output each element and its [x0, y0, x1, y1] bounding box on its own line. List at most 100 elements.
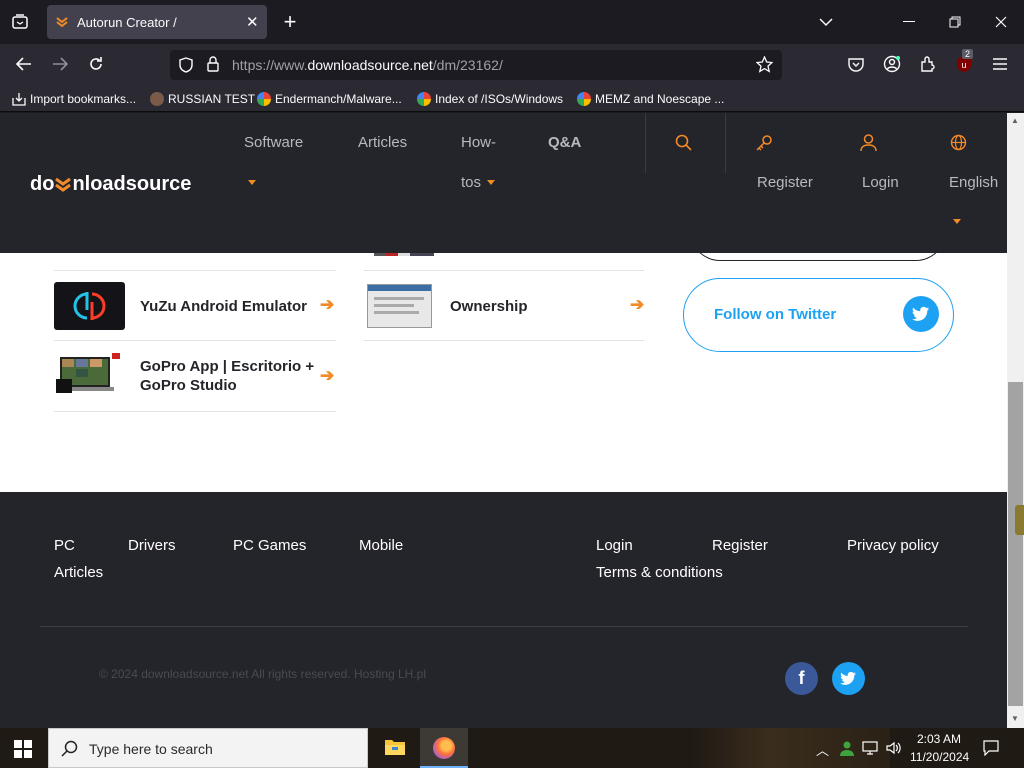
taskbar-search-box[interactable]: Type here to search	[48, 728, 368, 768]
arrow-right-icon: ➔	[320, 366, 335, 385]
new-tab-icon[interactable]: +	[276, 8, 304, 36]
footer-link-pc-games[interactable]: PC Games	[233, 537, 306, 554]
scrollbar-thumb[interactable]	[1008, 382, 1023, 706]
extensions-icon[interactable]	[914, 50, 942, 78]
reload-icon[interactable]	[82, 50, 110, 78]
bookmark-label: Index of /ISOs/Windows	[435, 92, 564, 106]
back-icon[interactable]	[10, 50, 38, 78]
item-title-line2[interactable]: GoPro Studio	[140, 376, 237, 395]
nav-articles[interactable]: Articles	[358, 134, 407, 151]
footer-divider	[40, 626, 968, 627]
tray-chevron-up-icon[interactable]: ︿	[816, 740, 829, 759]
search-icon[interactable]	[675, 134, 692, 156]
arrow-right-icon: ➔	[630, 295, 645, 314]
network-icon[interactable]	[862, 740, 880, 761]
logo-text-part2: nloadsource	[72, 173, 192, 195]
bookmark-label: Import bookmarks...	[30, 92, 137, 106]
nav-language[interactable]: English	[949, 174, 998, 191]
copyright-text: © 2024 downloadsource.net All rights res…	[99, 667, 427, 681]
scroll-up-icon[interactable]: ▲	[1011, 116, 1019, 125]
footer-link-articles[interactable]: Articles	[54, 564, 103, 581]
nav-howtos-line2[interactable]: tos	[461, 174, 481, 191]
site-logo[interactable]: do nloadsource	[30, 173, 191, 196]
account-icon[interactable]	[878, 50, 906, 78]
clock-time[interactable]: 2:03 AM	[917, 732, 961, 746]
close-tab-icon[interactable]: ✕	[246, 13, 259, 31]
address-bar[interactable]: https://www.downloadsource.net/dm/23162/	[170, 50, 782, 80]
caret-down-icon[interactable]	[248, 180, 256, 185]
footer-link-login[interactable]: Login	[596, 537, 633, 554]
search-icon	[61, 740, 79, 763]
url-text[interactable]: https://www.downloadsource.net/dm/23162/	[232, 57, 503, 73]
extension-badge: 2	[962, 49, 974, 59]
chevron-down-icon[interactable]	[812, 8, 840, 36]
item-title[interactable]: YuZu Android Emulator	[140, 297, 307, 316]
nav-software[interactable]: Software	[244, 134, 303, 151]
logo-chevron-icon	[55, 177, 72, 192]
import-icon	[12, 93, 26, 106]
globe-icon	[950, 134, 967, 156]
minimize-icon[interactable]	[895, 8, 923, 36]
bookmark-endermanch[interactable]: Endermanch/Malware...	[257, 90, 402, 108]
nav-register[interactable]: Register	[757, 174, 813, 191]
restore-icon[interactable]	[941, 8, 969, 36]
notification-icon[interactable]	[983, 740, 999, 761]
bookmark-russian-test[interactable]: RUSSIAN TEST	[150, 90, 255, 108]
tab-list-icon[interactable]	[6, 8, 34, 36]
bookmark-memz[interactable]: MEMZ and Noescape ...	[577, 90, 724, 108]
tab-title: Autorun Creator /	[77, 15, 177, 30]
google-icon	[257, 92, 271, 106]
twitter-footer-icon[interactable]	[832, 662, 865, 695]
logo-text-part1: do	[30, 173, 55, 195]
bookmark-label: Endermanch/Malware...	[275, 92, 402, 106]
footer-link-privacy[interactable]: Privacy policy	[847, 537, 939, 554]
list-divider	[54, 253, 336, 271]
google-icon	[577, 92, 591, 106]
bookmark-label: RUSSIAN TEST	[168, 92, 256, 106]
shield-icon[interactable]	[179, 57, 193, 78]
list-divider	[364, 253, 644, 271]
list-item[interactable]: GoPro App | Escritorio + GoPro Studio ➔	[54, 341, 336, 412]
bookmark-isos[interactable]: Index of /ISOs/Windows	[417, 90, 563, 108]
scroll-down-icon[interactable]: ▼	[1011, 714, 1019, 723]
windows-start-icon[interactable]	[14, 740, 32, 763]
close-window-icon[interactable]	[987, 8, 1015, 36]
caret-down-icon[interactable]	[487, 180, 495, 185]
footer-link-register[interactable]: Register	[712, 537, 768, 554]
nav-qa[interactable]: Q&A	[548, 134, 581, 151]
nav-login[interactable]: Login	[862, 174, 899, 191]
bookmark-import[interactable]: Import bookmarks...	[12, 90, 136, 108]
menu-icon[interactable]	[986, 50, 1014, 78]
follow-twitter-label: Follow on Twitter	[714, 306, 837, 323]
file-explorer-icon[interactable]	[384, 737, 406, 762]
footer-link-mobile[interactable]: Mobile	[359, 537, 403, 554]
nav-howtos-line1[interactable]: How-	[461, 134, 496, 151]
item-title[interactable]: GoPro App | Escritorio +	[140, 357, 314, 376]
footer-link-drivers[interactable]: Drivers	[128, 537, 176, 554]
pocket-icon[interactable]	[842, 50, 870, 78]
volume-icon[interactable]	[886, 740, 902, 761]
footer-link-terms[interactable]: Terms & conditions	[596, 564, 723, 581]
list-item[interactable]: YuZu Android Emulator ➔	[54, 271, 336, 341]
face-icon	[150, 92, 164, 106]
user-icon	[860, 134, 877, 157]
firefox-taskbar-button[interactable]	[420, 728, 468, 768]
lock-icon[interactable]	[207, 56, 219, 77]
follow-twitter-button[interactable]: Follow on Twitter	[683, 278, 954, 352]
caret-down-icon[interactable]	[953, 219, 961, 224]
facebook-icon[interactable]: f	[785, 662, 818, 695]
tray-person-icon[interactable]	[839, 740, 855, 761]
nav-divider	[645, 113, 646, 173]
clock-date[interactable]: 11/20/2024	[910, 750, 969, 764]
item-title[interactable]: Ownership	[450, 297, 528, 316]
ownership-thumbnail-icon	[367, 284, 432, 328]
search-placeholder: Type here to search	[89, 741, 213, 757]
bookmark-star-icon[interactable]	[755, 55, 774, 78]
forward-icon[interactable]	[46, 50, 74, 78]
footer-link-pc[interactable]: PC	[54, 537, 75, 554]
bookmark-label: MEMZ and Noescape ...	[595, 92, 725, 106]
yuzu-thumbnail-icon	[54, 282, 125, 330]
ublock-icon[interactable]: u 2	[950, 49, 978, 78]
browser-tab[interactable]: Autorun Creator / ✕	[47, 5, 267, 39]
list-item[interactable]: Ownership ➔	[364, 271, 644, 341]
